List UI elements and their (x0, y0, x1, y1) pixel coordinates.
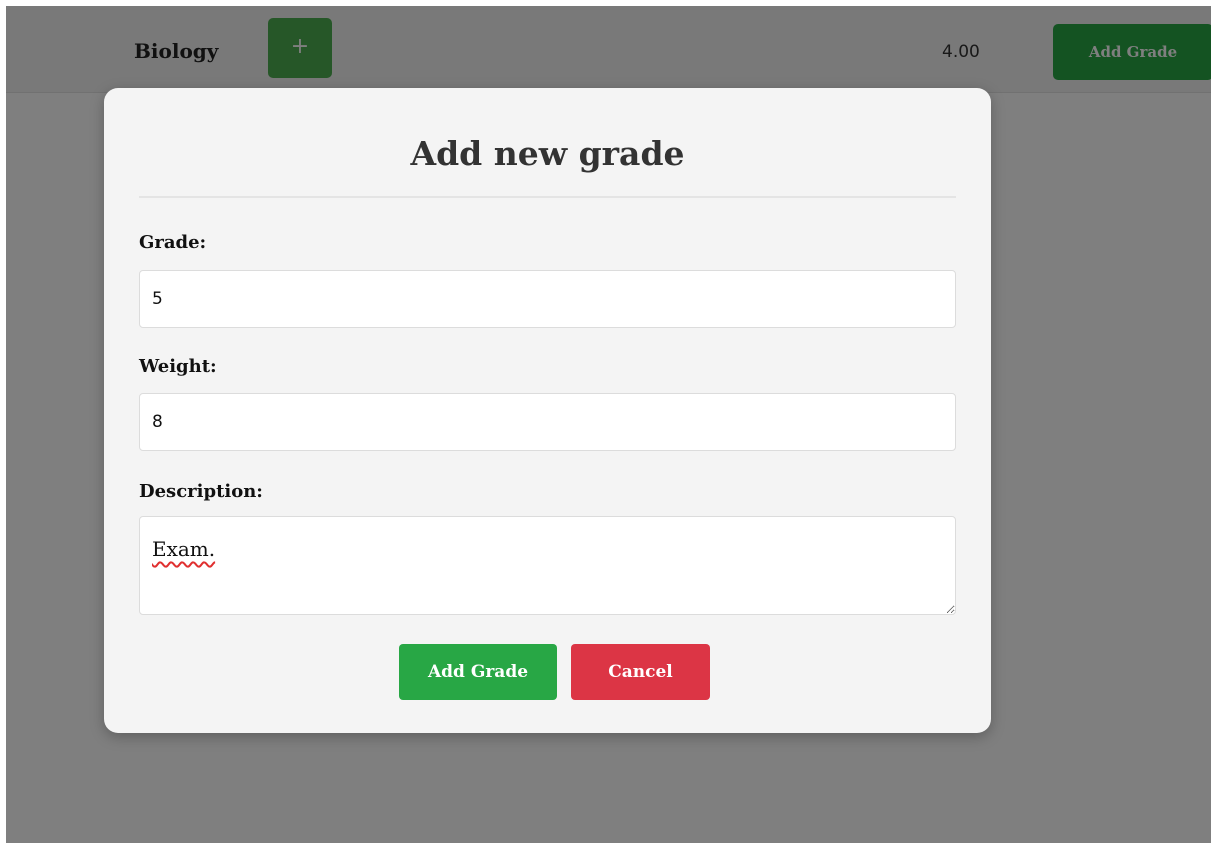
weight-input[interactable] (139, 393, 956, 451)
description-textarea[interactable]: Exam. (139, 516, 956, 615)
grade-input[interactable] (139, 270, 956, 328)
description-label: Description: (139, 481, 263, 502)
add-grade-modal: Add new grade Grade: Weight: Description… (104, 88, 991, 733)
cancel-button[interactable]: Cancel (571, 644, 710, 700)
add-grade-button[interactable]: Add Grade (399, 644, 557, 700)
weight-label: Weight: (139, 356, 217, 377)
grade-label: Grade: (139, 232, 207, 253)
modal-title: Add new grade (410, 134, 685, 173)
title-divider (139, 196, 956, 198)
